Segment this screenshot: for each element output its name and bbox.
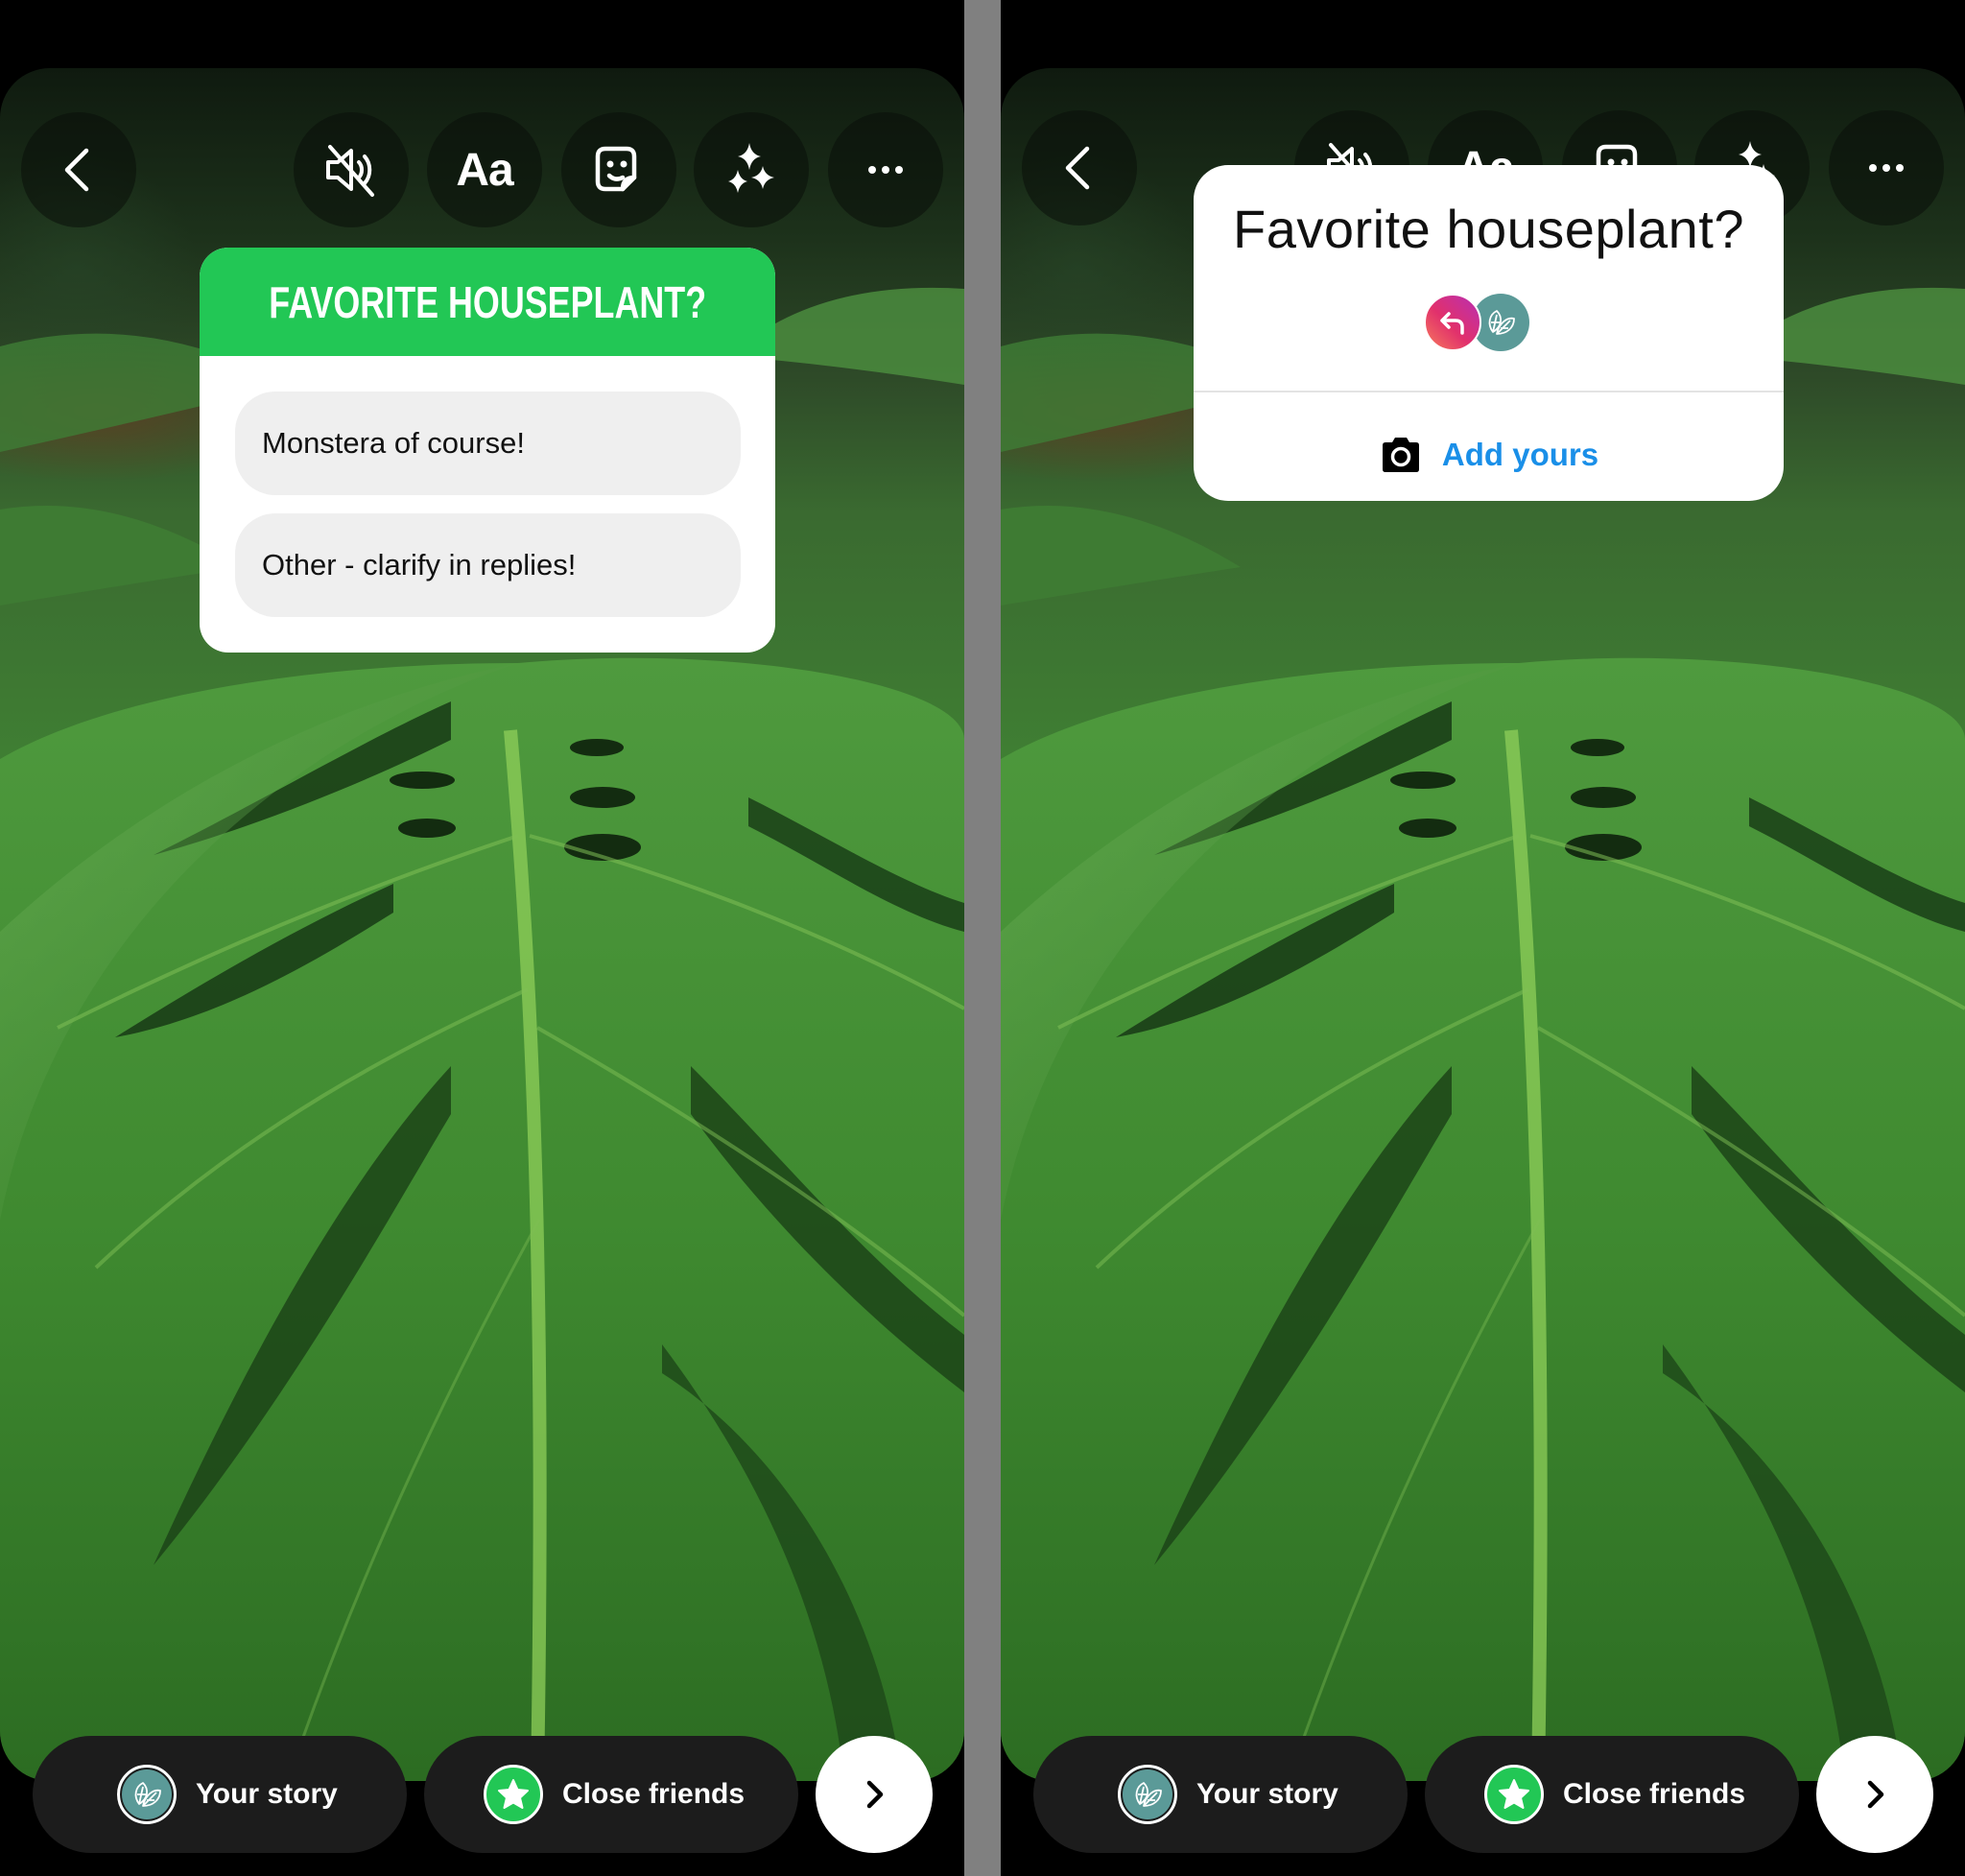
poll-header: FAVORITE HOUSEPLANT? <box>200 248 775 356</box>
text-tool-label: Aa <box>456 144 513 196</box>
add-yours-sticker[interactable]: Favorite houseplant? Add yours <box>1194 165 1784 501</box>
your-story-label: Your story <box>1196 1778 1338 1810</box>
poll-sticker[interactable]: FAVORITE HOUSEPLANT? Monstera of course!… <box>200 248 775 653</box>
back-button[interactable] <box>21 112 136 227</box>
back-button[interactable] <box>1022 110 1137 226</box>
reply-arrow-icon <box>1440 312 1464 335</box>
add-yours-label: Add yours <box>1441 437 1599 472</box>
close-friends-badge <box>1484 1765 1544 1824</box>
avatar <box>117 1765 177 1824</box>
share-your-story-button[interactable]: Your story <box>1033 1736 1408 1853</box>
share-close-friends-button[interactable]: Close friends <box>424 1736 798 1853</box>
avatar <box>1118 1765 1177 1824</box>
poll-question: FAVORITE HOUSEPLANT? <box>269 276 706 327</box>
story-editor-left: Aa FAVORITE HOUSEPLANT? Monstera of cour… <box>0 0 964 1876</box>
poll-option[interactable]: Monstera of course! <box>235 392 741 495</box>
chevron-right-icon <box>1867 1780 1884 1809</box>
chevron-right-icon <box>866 1780 884 1809</box>
camera-icon <box>1382 438 1419 472</box>
mute-button[interactable] <box>294 112 409 227</box>
share-your-story-button[interactable]: Your story <box>33 1736 407 1853</box>
more-options-button[interactable] <box>1829 110 1944 226</box>
leaf-logo-icon <box>128 1775 166 1814</box>
close-friends-label: Close friends <box>562 1778 746 1810</box>
sticker-smiley-icon <box>595 146 637 192</box>
add-yours-button[interactable]: Add yours <box>1194 426 1784 484</box>
poll-option[interactable]: Other - clarify in replies! <box>235 513 741 617</box>
sparkles-icon <box>728 143 774 193</box>
sticker-button[interactable] <box>561 112 676 227</box>
text-tool-button[interactable]: Aa <box>427 112 542 227</box>
share-close-friends-button[interactable]: Close friends <box>1425 1736 1799 1853</box>
poll-option-label: Monstera of course! <box>262 426 525 460</box>
leaf-logo-icon <box>1128 1775 1167 1814</box>
chevron-left-icon <box>64 148 89 192</box>
close-friends-label: Close friends <box>1563 1778 1746 1810</box>
close-friends-badge <box>484 1765 543 1824</box>
speaker-muted-icon <box>326 145 374 197</box>
chevron-left-icon <box>1065 146 1090 190</box>
star-icon <box>498 1779 529 1809</box>
participant-avatar <box>1424 294 1481 351</box>
story-editor-right: Aa Favorite houseplant? <box>1001 0 1965 1876</box>
poll-option-label: Other - clarify in replies! <box>262 548 577 582</box>
more-horizontal-icon <box>1869 164 1904 172</box>
more-options-button[interactable] <box>828 112 943 227</box>
leaf-logo-icon <box>1481 303 1520 342</box>
next-button[interactable] <box>816 1736 933 1853</box>
star-icon <box>1499 1779 1529 1809</box>
panel-divider <box>964 0 1001 1876</box>
next-button[interactable] <box>1816 1736 1933 1853</box>
more-horizontal-icon <box>868 166 903 174</box>
add-yours-prompt: Favorite houseplant? <box>1232 199 1744 259</box>
effects-button[interactable] <box>694 112 809 227</box>
your-story-label: Your story <box>196 1778 338 1810</box>
sticker-divider <box>1194 391 1784 392</box>
